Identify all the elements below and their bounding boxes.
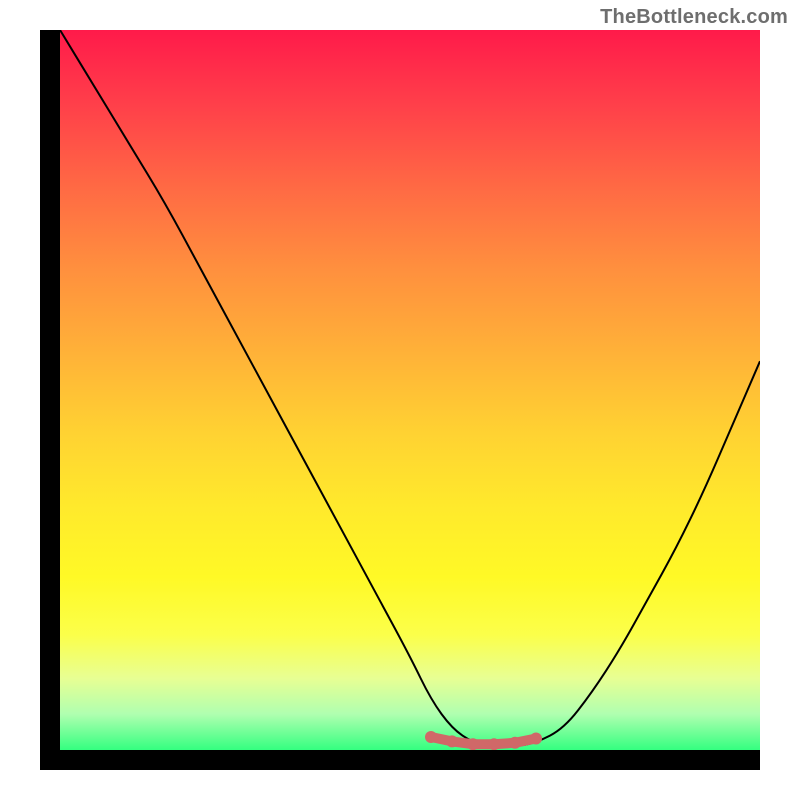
- marker-dot: [446, 735, 458, 747]
- curve-line: [60, 30, 760, 746]
- marker-dot: [425, 731, 437, 743]
- marker-dot: [530, 733, 542, 745]
- marker-dot: [509, 737, 521, 749]
- chart-svg: [60, 30, 760, 750]
- chart-outer-frame: [40, 30, 760, 770]
- marker-dot: [467, 738, 479, 750]
- watermark-text: TheBottleneck.com: [600, 6, 788, 29]
- marker-dot: [488, 738, 500, 750]
- chart-plot-area: [60, 30, 760, 750]
